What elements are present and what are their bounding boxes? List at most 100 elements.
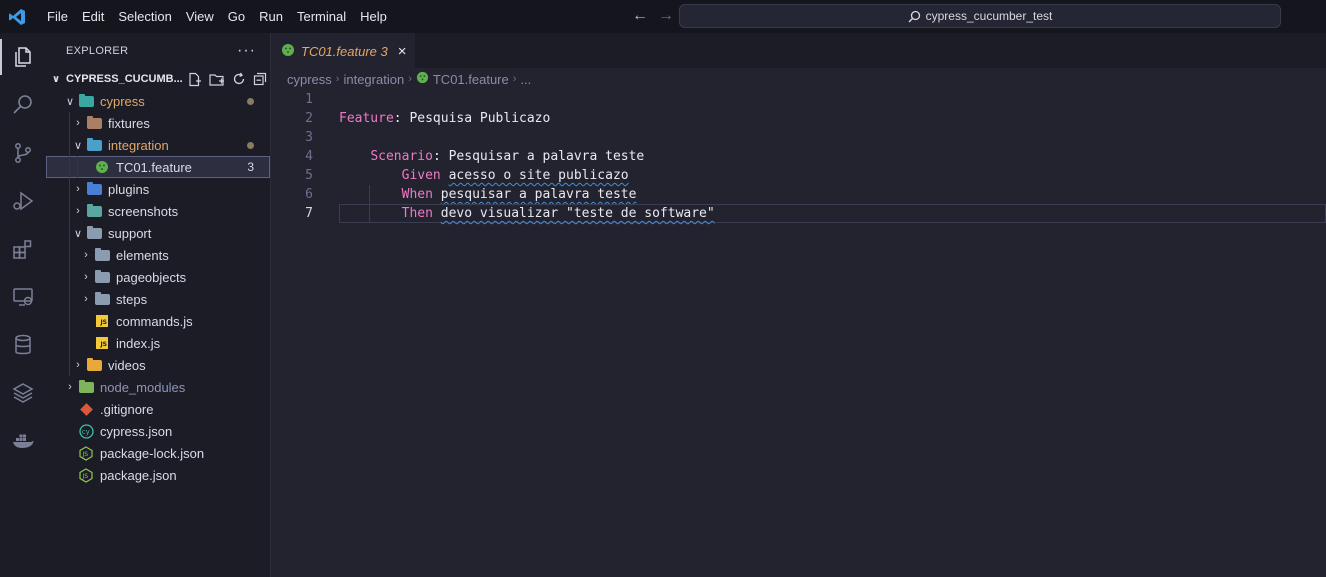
new-file-icon[interactable] — [187, 72, 202, 87]
source-control-icon[interactable] — [0, 129, 46, 177]
code-line-6: 6 When pesquisar a palavra teste — [271, 185, 1326, 204]
menu-go[interactable]: Go — [221, 0, 252, 33]
line-number: 3 — [305, 130, 313, 145]
menu-view[interactable]: View — [179, 0, 221, 33]
database-icon[interactable] — [0, 321, 46, 369]
tree-item-cypress-json[interactable]: cy cypress.json — [46, 420, 270, 442]
tree-item-package-lock-json[interactable]: JS package-lock.json — [46, 442, 270, 464]
tree-item-plugins[interactable]: › plugins — [46, 178, 270, 200]
menu-terminal[interactable]: Terminal — [290, 0, 353, 33]
line-text: Feature: Pesquisa Publicazo — [339, 109, 550, 128]
arrow-right-icon[interactable]: → — [658, 7, 674, 25]
keyword-feature: Feature — [339, 111, 394, 126]
tree-item-support[interactable]: ∨ support — [46, 222, 270, 244]
tree-item-elements[interactable]: › elements — [46, 244, 270, 266]
tree-item-pageobjects[interactable]: › pageobjects — [46, 266, 270, 288]
keyword-when: When — [401, 187, 433, 202]
git-icon — [78, 401, 94, 417]
folder-node-icon — [78, 379, 94, 395]
breadcrumb-item-file[interactable]: TC01.feature — [433, 72, 509, 87]
run-debug-icon[interactable] — [0, 177, 46, 225]
explorer-icon[interactable] — [0, 33, 46, 81]
breadcrumb-item-cypress[interactable]: cypress — [287, 72, 332, 87]
search-icon[interactable] — [0, 81, 46, 129]
refresh-icon[interactable] — [232, 72, 246, 86]
command-center-search[interactable]: cypress_cucumber_test — [679, 4, 1281, 28]
tree-item-cypress[interactable]: ∨ cypress — [46, 90, 270, 112]
menu-help[interactable]: Help — [353, 0, 394, 33]
chevron-down-icon: ∨ — [65, 95, 75, 108]
tree-item-package-json[interactable]: JS package.json — [46, 464, 270, 486]
arrow-left-icon[interactable]: ← — [632, 7, 648, 25]
more-actions-icon[interactable]: ··· — [237, 42, 256, 60]
tree-item-gitignore[interactable]: .gitignore — [46, 398, 270, 420]
keyword-scenario: Scenario — [370, 149, 433, 164]
tree-item-integration[interactable]: ∨ integration — [46, 134, 270, 156]
tree-item-steps[interactable]: › steps — [46, 288, 270, 310]
sidebar-title: EXPLORER — [66, 44, 129, 57]
line-number: 2 — [305, 111, 313, 126]
folder-icon — [94, 269, 110, 285]
tree-item-label: fixtures — [108, 115, 150, 131]
line-number: 4 — [305, 149, 313, 164]
navigation-arrows: ← → — [632, 7, 674, 25]
new-folder-icon[interactable] — [209, 72, 225, 87]
code-line-7: 7 Then devo visualizar "teste de softwar… — [271, 204, 1326, 223]
tree-item-label: index.js — [116, 335, 161, 351]
tree-item-tc01-feature[interactable]: TC01.feature 3 — [46, 156, 270, 178]
folder-icon — [94, 291, 110, 307]
breadcrumb-item-symbols[interactable]: ... — [520, 72, 531, 87]
tree-item-fixtures[interactable]: › fixtures — [46, 112, 270, 134]
code-line-3: 3 — [271, 128, 1326, 147]
folder-icon — [94, 247, 110, 263]
line-text: When pesquisar a palavra teste — [339, 185, 637, 204]
project-header[interactable]: ∨ CYPRESS_CUCUMB... — [46, 68, 270, 90]
code-line-2: 2 Feature: Pesquisa Publicazo — [271, 109, 1326, 128]
menu-selection[interactable]: Selection — [111, 0, 178, 33]
docker-icon[interactable] — [0, 417, 46, 465]
tree-item-label: cypress.json — [100, 423, 173, 439]
chevron-down-icon: ∨ — [51, 73, 61, 85]
tree-item-label: screenshots — [108, 203, 179, 219]
folder-videos-icon — [86, 357, 102, 373]
tree-item-screenshots[interactable]: › screenshots — [46, 200, 270, 222]
tree-item-label: steps — [116, 291, 148, 307]
folder-screenshots-icon — [86, 203, 102, 219]
title-bar: File Edit Selection View Go Run Terminal… — [0, 0, 1326, 33]
layers-icon[interactable] — [0, 369, 46, 417]
line-text: Given acesso o site publicazo — [339, 166, 629, 185]
line-text: Scenario: Pesquisar a palavra teste — [339, 147, 644, 166]
tree-item-commands-js[interactable]: JS commands.js — [46, 310, 270, 332]
breadcrumb-item-integration[interactable]: integration — [343, 72, 404, 87]
folder-integration-icon — [86, 137, 102, 153]
tree-item-label: plugins — [108, 181, 150, 197]
menu-bar: File Edit Selection View Go Run Terminal… — [40, 0, 394, 33]
problems-badge: 3 — [247, 160, 254, 174]
code-editor[interactable]: 1 2 Feature: Pesquisa Publicazo 3 4 Scen… — [271, 90, 1326, 223]
menu-run[interactable]: Run — [252, 0, 290, 33]
tab-tc01-feature[interactable]: TC01.feature 3 × — [271, 33, 415, 68]
code-line-1: 1 — [271, 90, 1326, 109]
vscode-logo-icon — [2, 0, 32, 33]
command-center-text: cypress_cucumber_test — [925, 9, 1053, 23]
chevron-right-icon: › — [335, 73, 340, 85]
collapse-all-icon[interactable] — [253, 72, 267, 86]
javascript-file-icon: JS — [94, 335, 110, 351]
extensions-icon[interactable] — [0, 225, 46, 273]
tree-item-index-js[interactable]: JS index.js — [46, 332, 270, 354]
code-line-4: 4 Scenario: Pesquisar a palavra teste — [271, 147, 1326, 166]
modified-dot-icon — [247, 141, 254, 149]
scenario-text: : Pesquisar a palavra teste — [432, 149, 645, 164]
tree-item-videos[interactable]: › videos — [46, 354, 270, 376]
close-icon[interactable]: × — [398, 43, 407, 60]
tree-item-label: .gitignore — [100, 401, 154, 417]
remote-explorer-icon[interactable] — [0, 273, 46, 321]
tree-item-node-modules[interactable]: › node_modules — [46, 376, 270, 398]
folder-plugins-icon — [86, 181, 102, 197]
chevron-right-icon: › — [76, 359, 80, 371]
tree-item-label: package.json — [100, 467, 177, 483]
menu-edit[interactable]: Edit — [75, 0, 111, 33]
menu-file[interactable]: File — [40, 0, 75, 33]
chevron-right-icon: › — [84, 271, 88, 283]
file-tree: ∨ cypress › fixtures ∨ integration TC01.… — [46, 90, 270, 486]
